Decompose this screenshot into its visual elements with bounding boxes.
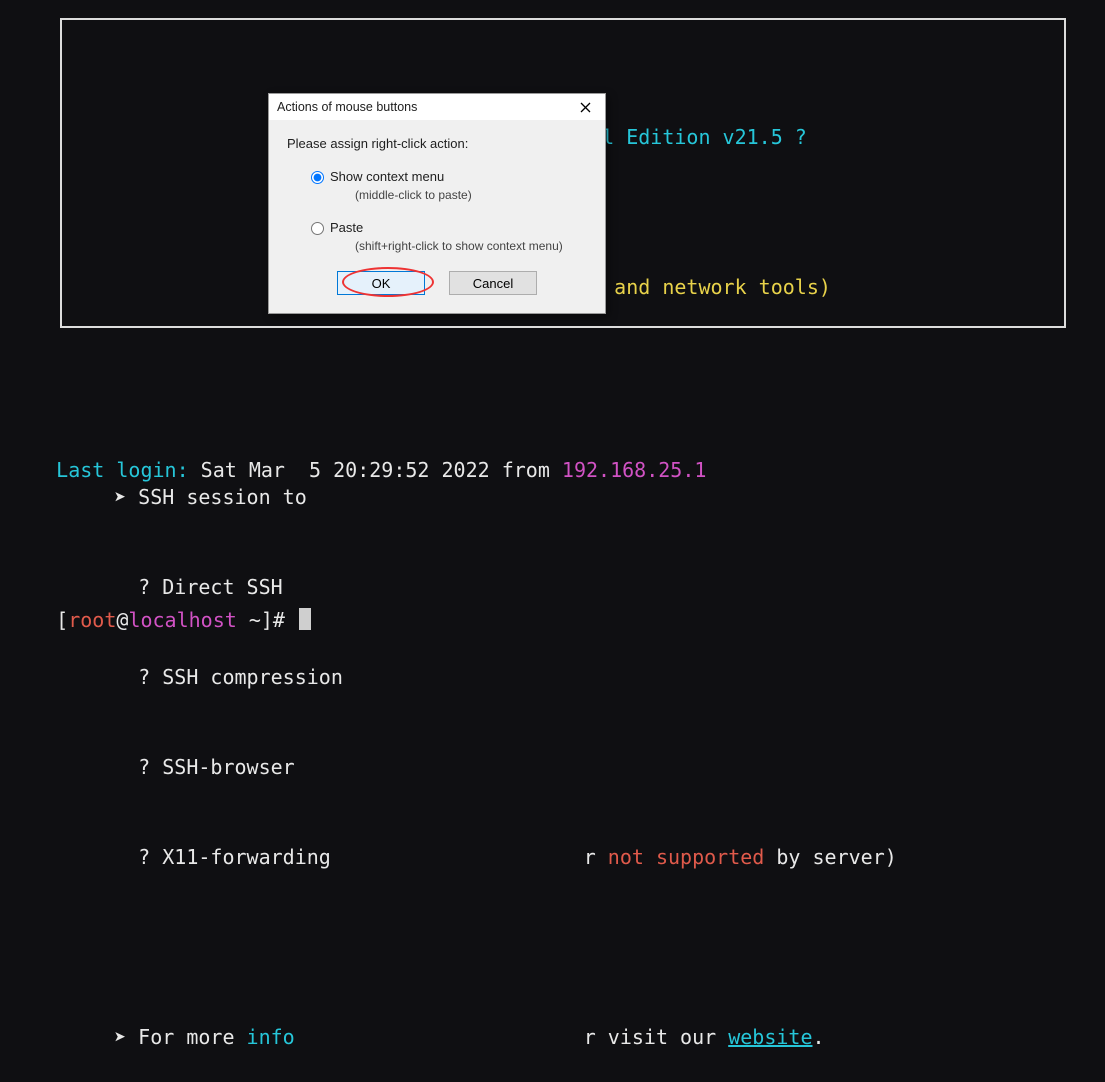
mouse-actions-dialog: Actions of mouse buttons Please assign r… [268,93,606,314]
line-ssh-browser: SSH-browser [162,755,294,779]
radio-option-context-menu[interactable]: Show context menu [311,169,587,184]
website-link[interactable]: website [728,1025,812,1049]
radio-input-context-menu[interactable] [311,171,324,184]
last-login-ip: 192.168.25.1 [562,458,707,482]
dialog-titlebar[interactable]: Actions of mouse buttons [269,94,605,120]
x11-not-supported: not supported [608,845,765,869]
radio-sub-context-menu: (middle-click to paste) [311,188,587,202]
dialog-title: Actions of mouse buttons [277,100,417,114]
radio-sub-paste: (shift+right-click to show context menu) [311,239,587,253]
last-login-date: Sat Mar 5 20:29:52 2022 from [189,458,562,482]
last-login-label: Last login: [56,458,188,482]
cancel-button[interactable]: Cancel [449,271,537,295]
line-x11: X11-forwarding [162,845,331,869]
prompt-user: root [68,608,116,632]
more-info: info [247,1025,295,1049]
close-icon[interactable] [571,98,599,116]
radio-label-paste: Paste [330,220,363,235]
cursor[interactable] [299,608,311,630]
prompt-host: localhost [128,608,236,632]
radio-input-paste[interactable] [311,222,324,235]
dialog-instruction: Please assign right-click action: [287,136,587,151]
radio-label-context-menu: Show context menu [330,169,444,184]
terminal-lines: Last login: Sat Mar 5 20:29:52 2022 from… [8,365,706,695]
ok-button[interactable]: OK [337,271,425,295]
radio-option-paste[interactable]: Paste [311,220,587,235]
